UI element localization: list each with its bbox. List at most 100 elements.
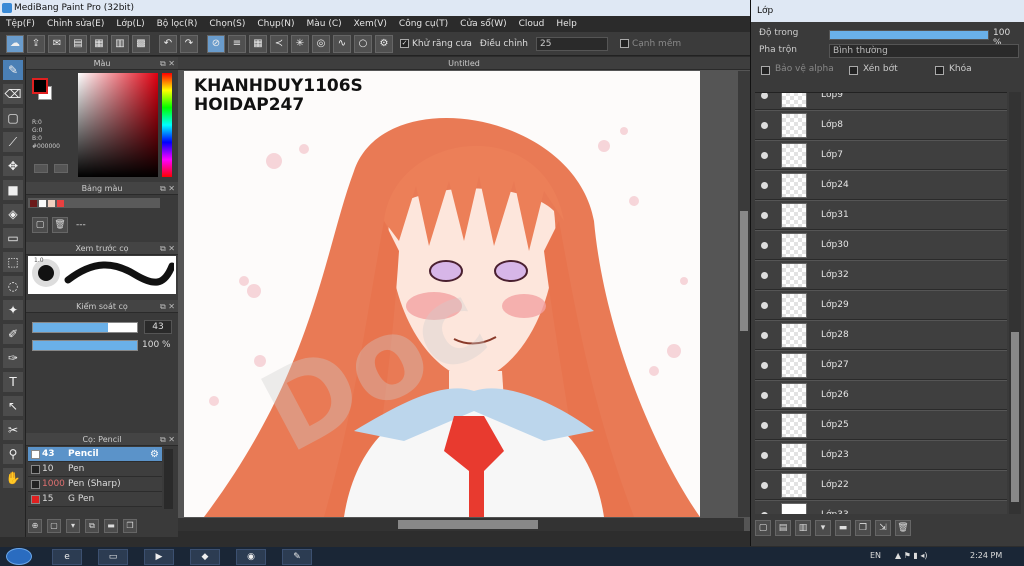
brush-size-slider[interactable] <box>32 322 138 333</box>
menu-file[interactable]: Tệp(F) <box>6 19 35 29</box>
media-player-icon[interactable]: ▶ <box>144 549 174 565</box>
clipping-checkbox[interactable] <box>849 66 858 75</box>
layer-row[interactable]: Lớp30 <box>755 231 1007 260</box>
brush-item-g-pen[interactable]: 15 G Pen <box>28 492 162 507</box>
menu-window[interactable]: Cửa sổ(W) <box>460 19 506 29</box>
undo-icon[interactable]: ↶ <box>159 34 177 53</box>
layer-row[interactable]: Lớp32 <box>755 261 1007 290</box>
layer-row[interactable]: Lớp26 <box>755 381 1007 410</box>
menu-layer[interactable]: Lớp(L) <box>116 19 144 29</box>
menu-view[interactable]: Xem(V) <box>354 19 387 29</box>
layer-row[interactable]: Lớp23 <box>755 441 1007 470</box>
brush-tool-icon[interactable]: ✎ <box>3 60 23 80</box>
snap-settings-icon[interactable]: ⚙ <box>375 34 393 53</box>
dot-tool-icon[interactable]: ▢ <box>3 108 23 128</box>
layer-visibility-eye-icon[interactable] <box>761 482 768 489</box>
canvas-horizontal-scrollbar[interactable] <box>178 518 744 531</box>
cross-snap-icon[interactable]: ▦ <box>249 34 267 53</box>
panel-float-close-icon[interactable]: ⧉ ✕ <box>160 57 175 70</box>
panel-float-close-icon[interactable]: ⧉ ✕ <box>160 242 175 255</box>
brush-item-pencil[interactable]: 43 Pencil ⚙ <box>28 447 162 462</box>
layer-row[interactable]: Lớp25 <box>755 411 1007 440</box>
layer-visibility-eye-icon[interactable] <box>761 362 768 369</box>
hue-slider[interactable] <box>162 73 172 177</box>
layer-visibility-eye-icon[interactable] <box>761 512 768 514</box>
layer-visibility-eye-icon[interactable] <box>761 272 768 279</box>
select-pen-tool-icon[interactable]: ✐ <box>3 324 23 344</box>
comic-icon[interactable]: ▥ <box>111 34 129 53</box>
menu-select[interactable]: Chọn(S) <box>209 19 245 29</box>
start-button-icon[interactable] <box>6 548 32 565</box>
layer-row[interactable]: Lớp22 <box>755 471 1007 500</box>
new-layer-icon[interactable]: ▢ <box>755 520 771 536</box>
document-icon[interactable]: ▤ <box>69 34 87 53</box>
text-tool-icon[interactable]: T <box>3 372 23 392</box>
brush-settings-gear-icon[interactable]: ⚙ <box>150 447 159 462</box>
divide-tool-icon[interactable]: ✂ <box>3 420 23 440</box>
layer-row[interactable]: Lớp28 <box>755 321 1007 350</box>
eyedropper-tool-icon[interactable]: ⚲ <box>3 444 23 464</box>
grid-icon[interactable]: ▩ <box>132 34 150 53</box>
menu-edit[interactable]: Chỉnh sửa(E) <box>47 19 104 29</box>
brush-list-scrollbar[interactable] <box>164 449 173 509</box>
bucket-tool-icon[interactable]: ◈ <box>3 204 23 224</box>
saturation-value-picker[interactable] <box>78 73 158 177</box>
explorer-icon[interactable]: ▭ <box>98 549 128 565</box>
duplicate-brush-icon[interactable]: ❐ <box>123 519 137 533</box>
layer-row[interactable]: Lớp33 <box>755 501 1007 514</box>
select-eraser-tool-icon[interactable]: ✑ <box>3 348 23 368</box>
copy-brush-icon[interactable]: ⧉ <box>85 519 99 533</box>
layer-folder-icon[interactable]: ▬ <box>835 520 851 536</box>
brush-opacity-slider[interactable] <box>32 340 138 351</box>
layer-visibility-eye-icon[interactable] <box>761 93 768 99</box>
palette-swatch[interactable] <box>39 200 46 207</box>
hand-tool-icon[interactable]: ✋ <box>3 468 23 488</box>
layer-row[interactable]: Lớp9 <box>755 93 1007 110</box>
canvas-vertical-scrollbar[interactable] <box>738 71 750 517</box>
cloud-icon[interactable]: ☁ <box>6 34 24 53</box>
panel-float-close-icon[interactable]: ⧉ ✕ <box>160 300 175 313</box>
panel-float-close-icon[interactable]: ⧉ ✕ <box>160 433 175 446</box>
protect-alpha-checkbox[interactable] <box>761 66 770 75</box>
move-tool-icon[interactable]: ✥ <box>3 156 23 176</box>
redo-icon[interactable]: ↷ <box>180 34 198 53</box>
export-icon[interactable]: ⇪ <box>27 34 45 53</box>
page-icon[interactable]: ▦ <box>90 34 108 53</box>
layer-visibility-eye-icon[interactable] <box>761 332 768 339</box>
brush-item-pen[interactable]: 10 Pen <box>28 462 162 477</box>
delete-palette-icon[interactable]: 🗑 <box>52 217 68 233</box>
drawing-canvas[interactable]: Doc KHANHDUY1106S HOIDAP247 <box>184 71 700 517</box>
concentric-snap-icon[interactable]: ◎ <box>312 34 330 53</box>
app-green-icon[interactable]: ◆ <box>190 549 220 565</box>
panel-float-close-icon[interactable]: ⧉ ✕ <box>160 182 175 195</box>
palette-swatch[interactable] <box>48 200 55 207</box>
radial-snap-icon[interactable]: ✳ <box>291 34 309 53</box>
tray-icons[interactable]: ▲ ⚑ ▮ ◂) <box>895 551 928 560</box>
add-brush-icon[interactable]: ⊕ <box>28 519 42 533</box>
circle-snap-icon[interactable]: ○ <box>354 34 372 53</box>
vanishing-point-icon[interactable]: ≺ <box>270 34 288 53</box>
chrome-icon[interactable]: ◉ <box>236 549 266 565</box>
duplicate-layer-icon[interactable]: ❐ <box>855 520 871 536</box>
menu-color[interactable]: Màu (C) <box>307 19 342 29</box>
eraser-tool-icon[interactable]: ⌫ <box>3 84 23 104</box>
menu-tools[interactable]: Công cụ(T) <box>399 19 448 29</box>
lock-checkbox[interactable] <box>935 66 944 75</box>
parallel-snap-icon[interactable]: ≡ <box>228 34 246 53</box>
palette-swatch[interactable] <box>30 200 37 207</box>
layer-visibility-eye-icon[interactable] <box>761 452 768 459</box>
blend-mode-dropdown[interactable]: Bình thường <box>829 44 1019 58</box>
magic-wand-tool-icon[interactable]: ✦ <box>3 300 23 320</box>
fill-rect-tool-icon[interactable]: ■ <box>3 180 23 200</box>
foreground-color-swatch[interactable] <box>32 78 48 94</box>
lasso-tool-icon[interactable]: ◌ <box>3 276 23 296</box>
tray-clock[interactable]: 2:24 PM <box>970 551 1002 560</box>
menu-cloud[interactable]: Cloud <box>519 19 545 29</box>
antialias-checkbox[interactable]: ✓ <box>400 39 409 48</box>
layer-visibility-eye-icon[interactable] <box>761 182 768 189</box>
brush-folder-icon[interactable]: ▬ <box>104 519 118 533</box>
comment-icon[interactable]: ✉ <box>48 34 66 53</box>
layer-list-scrollbar[interactable] <box>1009 92 1021 514</box>
line-tool-icon[interactable]: ⟋ <box>3 132 23 152</box>
add-layer-menu-icon[interactable]: ▾ <box>815 520 831 536</box>
